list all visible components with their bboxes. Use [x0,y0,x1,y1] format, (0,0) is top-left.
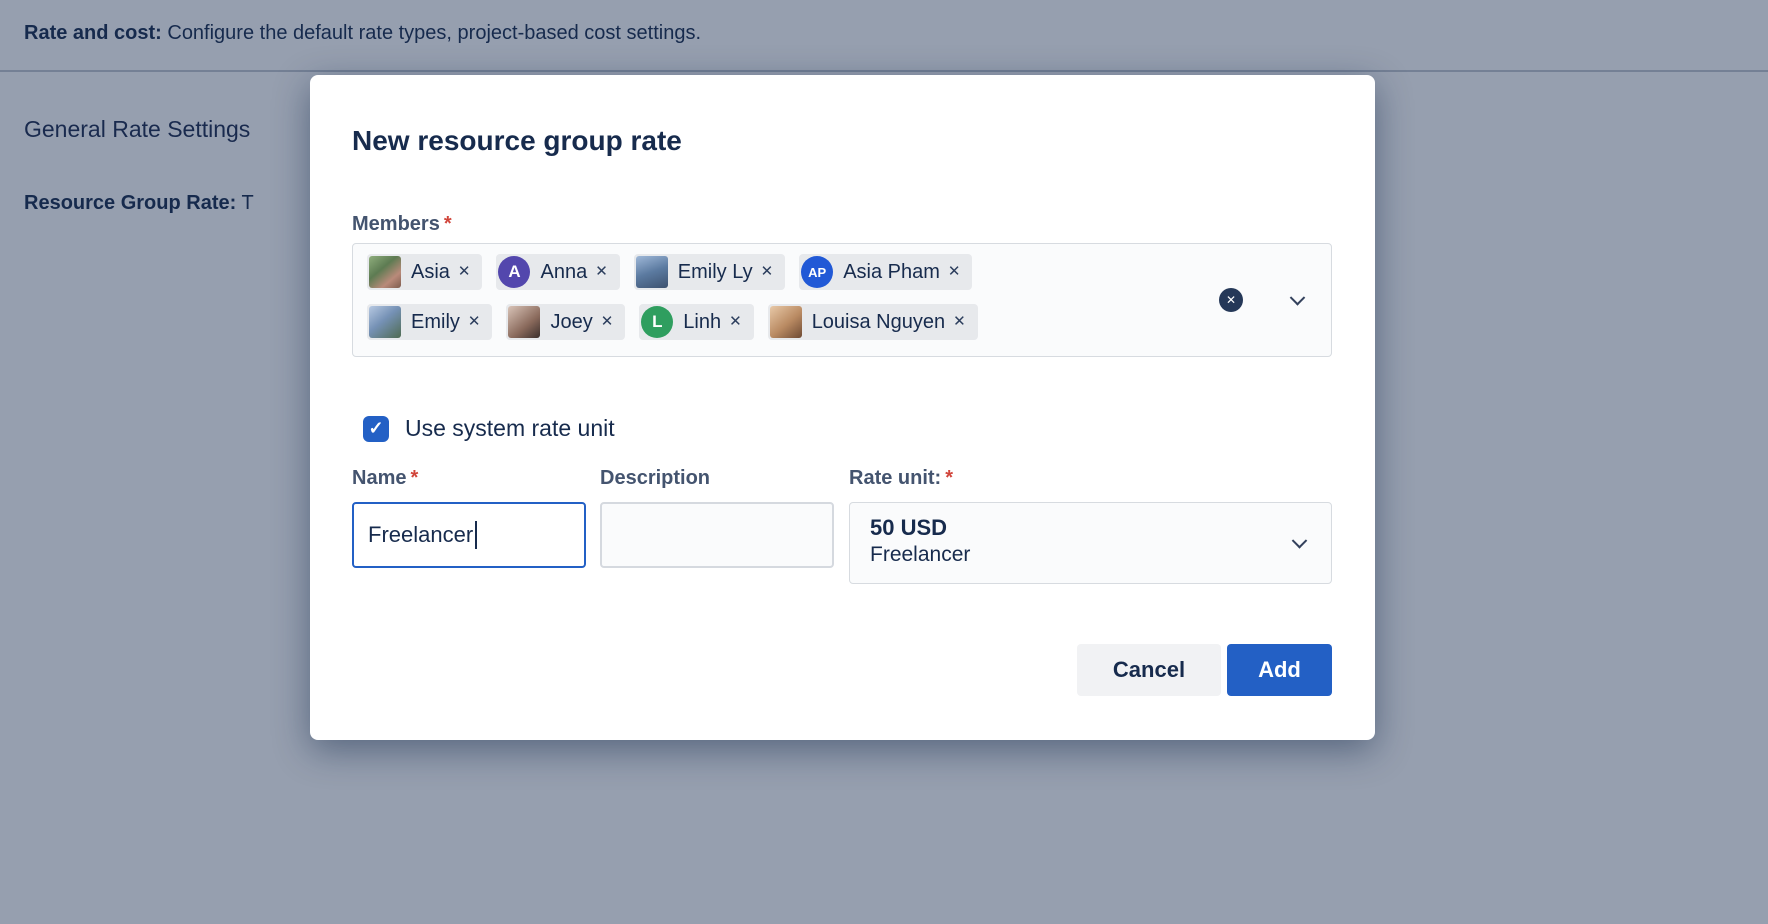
remove-member-icon[interactable]: ✕ [727,304,754,340]
remove-member-icon[interactable]: ✕ [946,254,973,290]
required-asterisk: * [410,467,418,489]
avatar: L [641,306,673,338]
avatar [369,256,401,288]
members-multiselect[interactable]: Asia ✕ A Anna ✕ Emily Ly ✕ AP Asia Pham … [352,243,1332,357]
member-chip-joey: Joey ✕ [506,304,625,340]
name-input-value: Freelancer [368,522,473,548]
chip-row: Asia ✕ A Anna ✕ Emily Ly ✕ AP Asia Pham … [367,254,1083,290]
avatar: A [498,256,530,288]
description-label: Description [600,467,710,490]
member-chip-emily: Emily ✕ [367,304,492,340]
text-cursor [475,521,477,549]
chevron-down-icon[interactable] [1290,290,1306,306]
remove-member-icon[interactable]: ✕ [759,254,786,290]
new-resource-group-rate-dialog: New resource group rate Members* Asia ✕ … [310,75,1375,740]
name-input[interactable]: Freelancer [352,502,586,568]
member-chip-louisa-nguyen: Louisa Nguyen ✕ [768,304,978,340]
remove-member-icon[interactable]: ✕ [951,304,978,340]
add-button[interactable]: Add [1227,644,1332,696]
avatar [770,306,802,338]
member-chip-anna: A Anna ✕ [496,254,619,290]
avatar: AP [801,256,833,288]
dialog-buttons: Cancel Add [1077,644,1332,696]
avatar [369,306,401,338]
required-asterisk: * [945,467,953,489]
required-asterisk: * [444,213,452,235]
cancel-button[interactable]: Cancel [1077,644,1221,696]
rate-unit-name: Freelancer [870,543,1311,567]
rate-unit-label: Rate unit:* [849,467,953,490]
member-chip-linh: L Linh ✕ [639,304,753,340]
remove-member-icon[interactable]: ✕ [593,254,620,290]
checkbox-label: Use system rate unit [405,415,615,442]
use-system-rate-unit-row: ✓ Use system rate unit [363,415,615,442]
members-label: Members* [352,213,452,236]
dialog-title: New resource group rate [352,125,682,157]
member-chip-asia: Asia ✕ [367,254,482,290]
rate-unit-select[interactable]: 50 USD Freelancer [849,502,1332,584]
name-label: Name* [352,467,418,490]
member-chip-emily-ly: Emily Ly ✕ [634,254,785,290]
member-chip-asia-pham: AP Asia Pham ✕ [799,254,972,290]
remove-member-icon[interactable]: ✕ [456,254,483,290]
use-system-rate-unit-checkbox[interactable]: ✓ [363,416,389,442]
rate-unit-value: 50 USD [870,515,1311,541]
avatar [508,306,540,338]
member-chips: Asia ✕ A Anna ✕ Emily Ly ✕ AP Asia Pham … [367,254,1083,340]
clear-all-icon[interactable]: ✕ [1219,288,1243,312]
chip-row: Emily ✕ Joey ✕ L Linh ✕ Louisa Nguyen ✕ [367,304,1083,340]
description-input[interactable] [600,502,834,568]
remove-member-icon[interactable]: ✕ [466,304,493,340]
remove-member-icon[interactable]: ✕ [599,304,626,340]
avatar [636,256,668,288]
